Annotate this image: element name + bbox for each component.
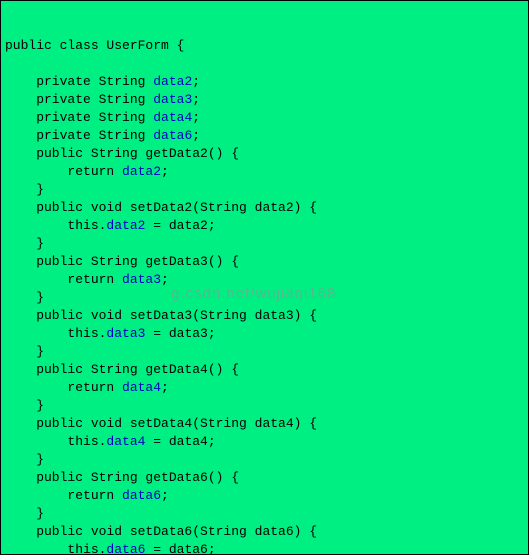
code-field-ref: data6 bbox=[106, 542, 145, 555]
code-line: } bbox=[5, 181, 524, 199]
code-line: public void setData4(String data4) { bbox=[5, 415, 524, 433]
code-line: public void setData6(String data6) { bbox=[5, 523, 524, 541]
code-field-ref: data3 bbox=[106, 326, 145, 341]
code-line: } bbox=[5, 505, 524, 523]
code-line: private String data6; bbox=[5, 127, 524, 145]
code-line: return data2; bbox=[5, 163, 524, 181]
code-line: return data6; bbox=[5, 487, 524, 505]
code-field-ref: data2 bbox=[106, 218, 145, 233]
code-line: public String getData2() { bbox=[5, 145, 524, 163]
code-field-ref: data3 bbox=[122, 272, 161, 287]
code-line: private String data2; bbox=[5, 73, 524, 91]
code-field-ref: data6 bbox=[122, 488, 161, 503]
code-line: private String data4; bbox=[5, 109, 524, 127]
code-block: public class UserForm { private String d… bbox=[0, 0, 529, 555]
code-field-ref: data3 bbox=[153, 92, 192, 107]
code-line: this.data6 = data6; bbox=[5, 541, 524, 555]
code-line: public class UserForm { bbox=[5, 37, 524, 55]
code-line: private String data3; bbox=[5, 91, 524, 109]
code-line bbox=[5, 55, 524, 73]
code-lines-container: public class UserForm { private String d… bbox=[5, 37, 524, 555]
code-line: public void setData3(String data3) { bbox=[5, 307, 524, 325]
code-field-ref: data6 bbox=[153, 128, 192, 143]
code-line: public String getData6() { bbox=[5, 469, 524, 487]
code-line: } bbox=[5, 397, 524, 415]
code-line: this.data2 = data2; bbox=[5, 217, 524, 235]
code-field-ref: data4 bbox=[106, 434, 145, 449]
code-field-ref: data2 bbox=[153, 74, 192, 89]
code-field-ref: data4 bbox=[153, 110, 192, 125]
code-line: } bbox=[5, 451, 524, 469]
code-line: this.data4 = data4; bbox=[5, 433, 524, 451]
code-field-ref: data2 bbox=[122, 164, 161, 179]
code-field-ref: data4 bbox=[122, 380, 161, 395]
code-line: } bbox=[5, 343, 524, 361]
code-line: this.data3 = data3; bbox=[5, 325, 524, 343]
code-line: public String getData3() { bbox=[5, 253, 524, 271]
code-line: } bbox=[5, 289, 524, 307]
code-line: public String getData4() { bbox=[5, 361, 524, 379]
code-line: return data3; bbox=[5, 271, 524, 289]
code-line: public void setData2(String data2) { bbox=[5, 199, 524, 217]
code-line: return data4; bbox=[5, 379, 524, 397]
code-line: } bbox=[5, 235, 524, 253]
